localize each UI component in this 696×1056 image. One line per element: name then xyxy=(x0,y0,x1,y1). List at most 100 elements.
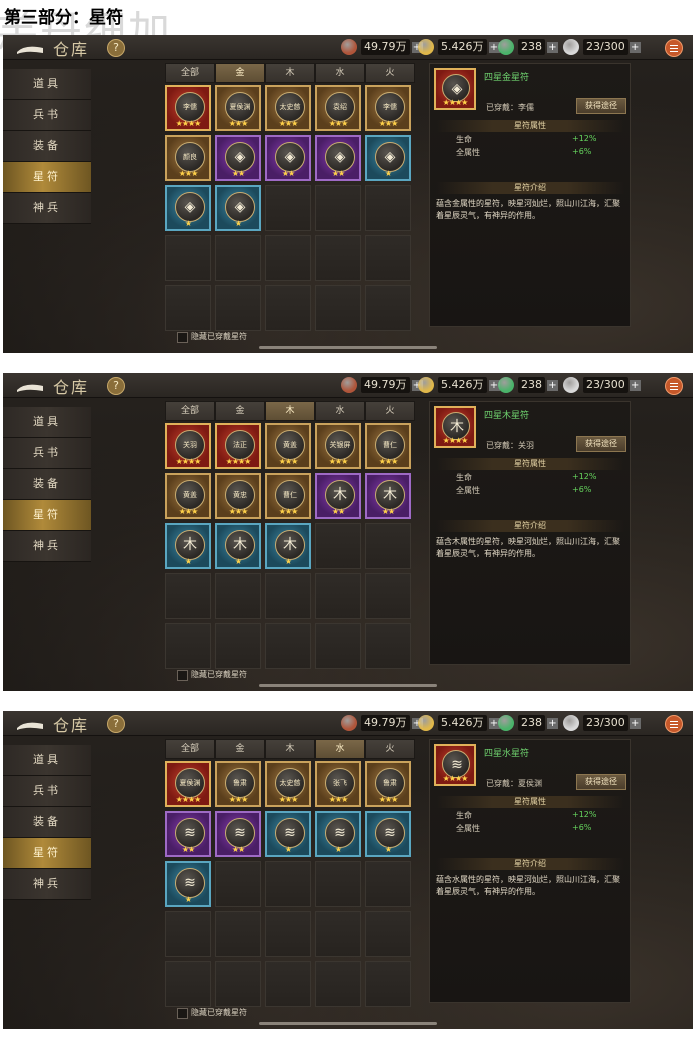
talisman-slot[interactable]: 李儒 ★★★ xyxy=(365,85,411,131)
talisman-slot[interactable]: ≋ ★★ xyxy=(165,811,211,857)
menu-icon[interactable] xyxy=(665,39,683,57)
talisman-slot[interactable]: ≋ ★★ xyxy=(215,811,261,857)
talisman-slot[interactable]: ≋ ★ xyxy=(315,811,361,857)
talisman-slot[interactable]: 鲁肃 ★★★ xyxy=(215,761,261,807)
talisman-orb-icon: 颜良 xyxy=(175,142,205,172)
obtain-method-button[interactable]: 获得途径 xyxy=(576,774,626,790)
element-tab[interactable]: 木 xyxy=(265,63,315,83)
checkbox[interactable] xyxy=(177,1007,188,1019)
talisman-slot[interactable]: 黄盖 ★★★ xyxy=(265,423,311,469)
talisman-slot[interactable]: 夏侯渊 ★★★ xyxy=(215,85,261,131)
back-arrow-icon[interactable] xyxy=(15,379,45,392)
element-tab[interactable]: 全部 xyxy=(165,401,215,421)
talisman-slot[interactable]: 颜良 ★★★ xyxy=(165,135,211,181)
talisman-slot[interactable]: ◈ ★ xyxy=(165,185,211,231)
talisman-slot[interactable]: ◈ ★★ xyxy=(265,135,311,181)
talisman-slot[interactable]: ⽊ ★★ xyxy=(365,473,411,519)
element-tab[interactable]: 木 xyxy=(265,739,315,759)
element-tab[interactable]: 木 xyxy=(265,401,315,421)
sidebar-item[interactable]: 道具 xyxy=(3,745,91,776)
talisman-slot[interactable]: ◈ ★★ xyxy=(215,135,261,181)
talisman-slot[interactable]: 黄忠 ★★★ xyxy=(215,473,261,519)
question-icon[interactable]: ? xyxy=(107,377,125,395)
sidebar-item[interactable]: 装备 xyxy=(3,469,91,500)
talisman-slot[interactable]: ⽊ ★ xyxy=(215,523,261,569)
obtain-method-button[interactable]: 获得途径 xyxy=(576,98,626,114)
talisman-orb-icon: ⽊ xyxy=(325,480,355,510)
talisman-slot[interactable]: 太史慈 ★★★ xyxy=(265,85,311,131)
attribute-value: +12% xyxy=(572,472,597,481)
element-tab[interactable]: 火 xyxy=(365,739,415,759)
add-resource-button[interactable]: + xyxy=(547,379,558,391)
sidebar-item[interactable]: 兵书 xyxy=(3,776,91,807)
sidebar-item[interactable]: 神兵 xyxy=(3,193,91,224)
talisman-slot[interactable]: 袁绍 ★★★ xyxy=(315,85,361,131)
add-resource-button[interactable]: + xyxy=(629,717,641,729)
sidebar-item[interactable]: 星符 xyxy=(3,500,91,531)
element-tab[interactable]: 水 xyxy=(315,401,365,421)
sidebar-item[interactable]: 神兵 xyxy=(3,869,91,900)
question-icon[interactable]: ? xyxy=(107,715,125,733)
add-resource-button[interactable]: + xyxy=(629,41,641,53)
obtain-method-button[interactable]: 获得途径 xyxy=(576,436,626,452)
element-tab[interactable]: 水 xyxy=(315,63,365,83)
talisman-slot[interactable]: ⽊ ★ xyxy=(265,523,311,569)
talisman-slot[interactable]: 太史慈 ★★★ xyxy=(265,761,311,807)
talisman-slot[interactable]: 关银屏 ★★★ xyxy=(315,423,361,469)
checkbox[interactable] xyxy=(177,331,188,343)
element-tab[interactable]: 金 xyxy=(215,739,265,759)
resource-amount: 23/300 + xyxy=(583,377,641,393)
hide-equipped-toggle[interactable]: 隐藏已穿戴星符 xyxy=(177,1007,247,1019)
talisman-slot[interactable]: ◈ ★ xyxy=(365,135,411,181)
talisman-slot[interactable]: 鲁肃 ★★★ xyxy=(365,761,411,807)
element-tab[interactable]: 水 xyxy=(315,739,365,759)
talisman-slot[interactable]: ≋ ★ xyxy=(365,811,411,857)
talisman-slot[interactable]: ≋ ★ xyxy=(165,861,211,907)
element-tab[interactable]: 全部 xyxy=(165,63,215,83)
sidebar-item[interactable]: 星符 xyxy=(3,838,91,869)
question-icon[interactable]: ? xyxy=(107,39,125,57)
talisman-slot[interactable]: ≋ ★ xyxy=(265,811,311,857)
talisman-owner-label: 黄忠 xyxy=(233,491,247,499)
empty-slot xyxy=(365,573,411,619)
empty-slot xyxy=(215,861,261,907)
sidebar-item[interactable]: 装备 xyxy=(3,131,91,162)
talisman-slot[interactable]: 李儒 ★★★★ xyxy=(165,85,211,131)
talisman-slot[interactable]: 曹仁 ★★★ xyxy=(365,423,411,469)
talisman-slot[interactable]: 张飞 ★★★ xyxy=(315,761,361,807)
hide-equipped-toggle[interactable]: 隐藏已穿戴星符 xyxy=(177,669,247,681)
talisman-slot[interactable]: ⽊ ★★ xyxy=(315,473,361,519)
empty-slot xyxy=(215,623,261,669)
element-tab[interactable]: 金 xyxy=(215,401,265,421)
talisman-slot[interactable]: ⽊ ★ xyxy=(165,523,211,569)
sidebar-item[interactable]: 装备 xyxy=(3,807,91,838)
talisman-slot[interactable]: 法正 ★★★★ xyxy=(215,423,261,469)
sidebar-item[interactable]: 星符 xyxy=(3,162,91,193)
element-tab[interactable]: 金 xyxy=(215,63,265,83)
back-arrow-icon[interactable] xyxy=(15,717,45,730)
sidebar-item[interactable]: 兵书 xyxy=(3,100,91,131)
resource-amount: 238 + xyxy=(518,377,558,393)
element-tab[interactable]: 全部 xyxy=(165,739,215,759)
talisman-slot[interactable]: 黄盖 ★★★ xyxy=(165,473,211,519)
add-resource-button[interactable]: + xyxy=(547,717,558,729)
menu-icon[interactable] xyxy=(665,715,683,733)
add-resource-button[interactable]: + xyxy=(629,379,641,391)
element-tab[interactable]: 火 xyxy=(365,63,415,83)
talisman-slot[interactable]: ◈ ★ xyxy=(215,185,261,231)
back-arrow-icon[interactable] xyxy=(15,41,45,54)
talisman-slot[interactable]: 夏侯渊 ★★★★ xyxy=(165,761,211,807)
add-resource-button[interactable]: + xyxy=(547,41,558,53)
empty-slot xyxy=(215,285,261,331)
sidebar-item[interactable]: 神兵 xyxy=(3,531,91,562)
sidebar-item[interactable]: 道具 xyxy=(3,407,91,438)
sidebar-item[interactable]: 道具 xyxy=(3,69,91,100)
talisman-slot[interactable]: ◈ ★★ xyxy=(315,135,361,181)
element-tab[interactable]: 火 xyxy=(365,401,415,421)
talisman-slot[interactable]: 曹仁 ★★★ xyxy=(265,473,311,519)
menu-icon[interactable] xyxy=(665,377,683,395)
talisman-slot[interactable]: 关羽 ★★★★ xyxy=(165,423,211,469)
hide-equipped-toggle[interactable]: 隐藏已穿戴星符 xyxy=(177,331,247,343)
checkbox[interactable] xyxy=(177,669,188,681)
sidebar-item[interactable]: 兵书 xyxy=(3,438,91,469)
